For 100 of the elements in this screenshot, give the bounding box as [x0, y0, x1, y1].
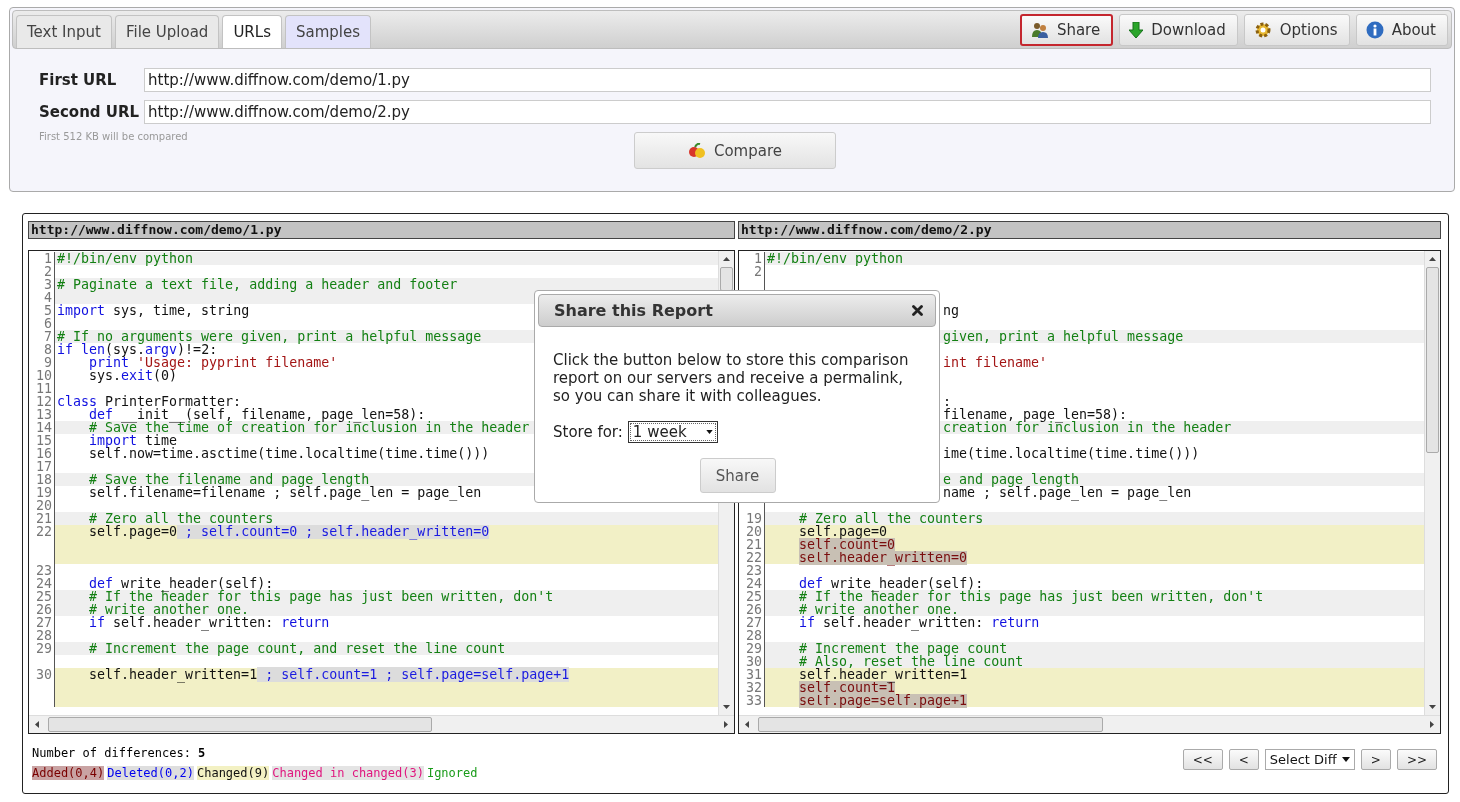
legend-item: Deleted(0,2): [107, 766, 194, 780]
code-line: # write another one.: [88, 603, 250, 616]
size-note: First 512 KB will be compared: [39, 131, 189, 142]
code-line: int filename': [943, 356, 1048, 369]
code-line: ime(time.localtime(time.time())): [943, 447, 1200, 460]
code-line: import sys, time, string: [57, 304, 250, 317]
line-number: 5: [29, 304, 55, 317]
code-line: given, print a helpful message: [943, 330, 1184, 343]
line-number: 20: [29, 499, 55, 512]
share-button[interactable]: Share: [1019, 13, 1114, 46]
caret-icon: [1341, 757, 1350, 762]
code-line: # If the header for this page has just been written, don't: [88, 590, 554, 603]
url-field[interactable]: http://www.diffnow.com/demo/2.py: [144, 100, 1431, 124]
code-line: ng: [943, 304, 959, 317]
nav-button[interactable]: <: [1228, 749, 1259, 770]
line-number: 11: [29, 382, 55, 395]
legend-item: Changed(9): [196, 766, 270, 780]
differences-count: 5: [197, 746, 206, 760]
code-line: # write another one.: [798, 603, 960, 616]
code-line: if self.header_written: return: [88, 616, 330, 629]
line-number: 24: [29, 577, 55, 590]
line-number: 19: [29, 486, 55, 499]
dialog-message: Click the button below to store this comparison report on our servers and receive a permalink, so you can share it with colleagues.: [553, 351, 910, 405]
line-number: 28: [739, 629, 765, 642]
nav-button[interactable]: <<: [1182, 749, 1223, 770]
file-header: http://www.diffnow.com/demo/2.py: [738, 221, 1441, 239]
line-number: 9: [29, 356, 55, 369]
code-line: sys.exit(0): [88, 369, 178, 382]
arrow-down-icon[interactable]: [723, 705, 730, 709]
code-line: # If no arguments were given, print a helpful message: [57, 330, 482, 343]
arrow-left-icon[interactable]: [745, 721, 749, 728]
line-number: 13: [29, 408, 55, 421]
line-number: 24: [739, 577, 765, 590]
compare-button[interactable]: Compare: [634, 132, 836, 169]
code-line: # Increment the page count, and reset the line count: [88, 642, 506, 655]
arrow-down-icon[interactable]: [1429, 705, 1436, 709]
code-line: creation for inclusion in the header: [943, 421, 1232, 434]
close-icon[interactable]: [912, 305, 923, 316]
url-field[interactable]: http://www.diffnow.com/demo/1.py: [144, 68, 1431, 92]
line-number: 16: [29, 447, 55, 460]
tab[interactable]: File Upload: [114, 15, 220, 48]
line-number: 12: [29, 395, 55, 408]
diff-select[interactable]: Select Diff: [1264, 749, 1355, 770]
field-label: Second URL: [39, 103, 141, 121]
tab[interactable]: Text Input: [16, 15, 112, 48]
line-number: 23: [29, 564, 55, 577]
scroll-thumb[interactable]: [758, 717, 1103, 732]
line-number: 10: [29, 369, 55, 382]
code-line: #!/bin/env python: [57, 252, 194, 265]
legend-item: Ignored: [426, 766, 478, 780]
options-button[interactable]: Options: [1243, 13, 1350, 46]
code-line: filename, page_len=58):: [943, 408, 1128, 421]
store-label: Store for:: [553, 423, 623, 441]
code-line: self.page=0: [798, 525, 888, 538]
code-line: def __init__(self, filename, page_len=58):: [88, 408, 426, 421]
arrow-down-icon: [1129, 21, 1144, 38]
tab[interactable]: URLs: [222, 15, 282, 48]
code-line: # Save the filename and page length: [88, 473, 370, 486]
line-number: 6: [29, 317, 55, 330]
nav-button[interactable]: >>: [1396, 749, 1437, 770]
code-line: class PrinterFormatter:: [57, 395, 242, 408]
code-line: self.now=time.asctime(time.localtime(time.time())): [88, 447, 490, 460]
line-number: 8: [29, 343, 55, 356]
arrow-right-icon[interactable]: [724, 721, 728, 728]
code-line: # Zero all the counters: [798, 512, 984, 525]
duration-select[interactable]: 1 week: [627, 421, 718, 443]
code-line: import time: [88, 434, 178, 447]
code-line: def write_header(self):: [798, 577, 984, 590]
info-icon: [1365, 20, 1384, 39]
code-line: if len(sys.argv)!=2:: [57, 343, 218, 356]
code-line: self.header_written=1: [798, 668, 968, 681]
line-number: 2: [29, 265, 55, 278]
line-number: 28: [29, 629, 55, 642]
scroll-thumb[interactable]: [48, 717, 432, 732]
scroll-thumb[interactable]: [1426, 267, 1439, 453]
code-line: def write_header(self):: [88, 577, 274, 590]
code-line: self.filename=filename ; self.page_len = page_len: [88, 486, 482, 499]
line-number: 23: [739, 564, 765, 577]
share-button[interactable]: Share: [699, 458, 776, 493]
about-button[interactable]: About: [1355, 13, 1448, 46]
code-line: :: [943, 395, 951, 408]
arrow-up-icon[interactable]: [1429, 257, 1436, 261]
line-number: 2: [739, 265, 765, 278]
scroll-thumb[interactable]: [720, 267, 733, 291]
code-line: # Paginate a text file, adding a header and footer: [57, 278, 458, 291]
arrow-right-icon[interactable]: [1430, 721, 1434, 728]
tab[interactable]: Samples: [284, 15, 372, 48]
code-line: # If the header for this page has just been written, don't: [798, 590, 1264, 603]
code-line: # Zero all the counters: [88, 512, 274, 525]
download-button[interactable]: Download: [1119, 13, 1238, 46]
arrow-left-icon[interactable]: [35, 721, 39, 728]
file-header: http://www.diffnow.com/demo/1.py: [28, 221, 735, 239]
line-number: 27: [29, 616, 55, 629]
caret-icon: [705, 430, 713, 434]
code-line: # Save the time of creation for inclusion in the header: [88, 421, 530, 434]
arrow-up-icon[interactable]: [723, 257, 730, 261]
nav-button[interactable]: >: [1360, 749, 1391, 770]
code-line: # Also, reset the line count: [798, 655, 1024, 668]
code-line: e and page length: [943, 473, 1080, 486]
line-number: 17: [29, 460, 55, 473]
